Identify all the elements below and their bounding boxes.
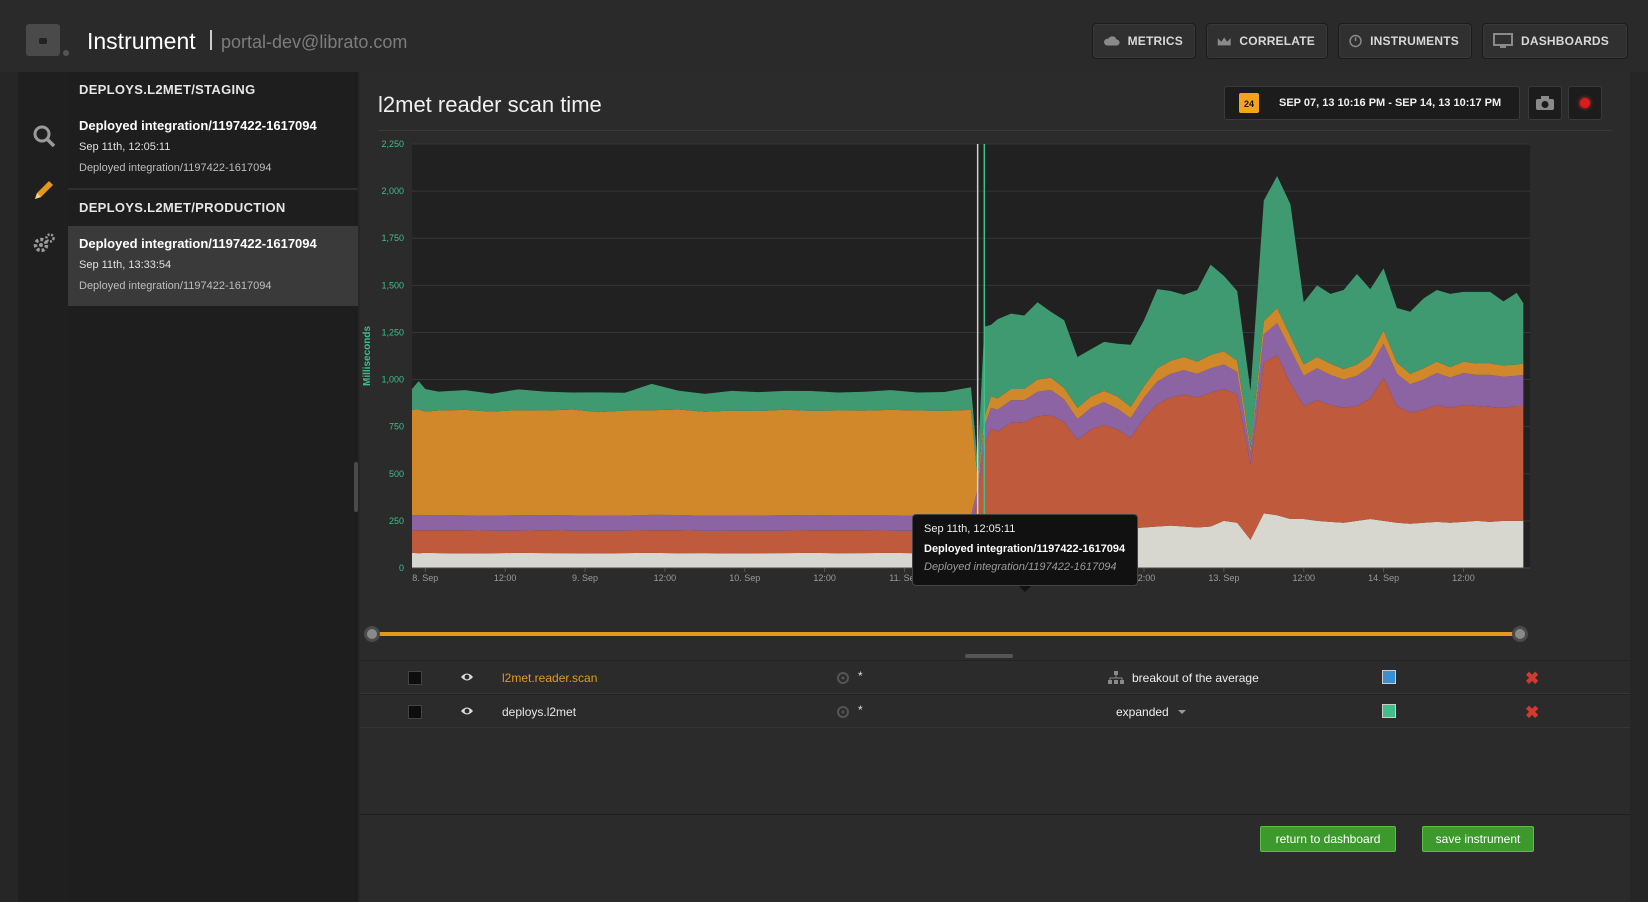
x-tick-label: 12:00 <box>654 573 677 583</box>
tooltip-title: Deployed integration/1197422-1617094 <box>924 543 1126 555</box>
event-item-production[interactable]: Deployed integration/1197422-1617094 Sep… <box>68 226 358 306</box>
nav-correlate-button[interactable]: CORRELATE <box>1206 23 1328 59</box>
instrument-main: l2met reader scan time 24 SEP 07, 13 10:… <box>360 72 1630 902</box>
gears-icon[interactable] <box>32 232 56 256</box>
tool-rail <box>18 72 68 902</box>
x-tick-label: 13. Sep <box>1208 573 1239 583</box>
target-icon[interactable] <box>835 670 851 686</box>
streams-table: l2met.reader.scan * breakout of the aver… <box>360 660 1630 728</box>
stream-summary-label: breakout of the average <box>1132 671 1259 685</box>
monitor-icon <box>1493 33 1513 48</box>
x-tick-label: 10. Sep <box>729 573 760 583</box>
slider-start-handle[interactable] <box>364 626 380 642</box>
divider <box>378 130 1612 131</box>
delete-stream-icon[interactable]: ✖ <box>1525 669 1539 689</box>
nav-dashboards-button[interactable]: DASHBOARDS <box>1482 23 1628 59</box>
y-tick-label: 2,250 <box>381 139 404 149</box>
event-description: Deployed integration/1197422-1617094 <box>79 162 272 174</box>
record-icon <box>1580 98 1590 108</box>
stream-summary-label: expanded <box>1116 705 1169 719</box>
nav-metrics-button[interactable]: METRICS <box>1092 23 1196 59</box>
tooltip-description: Deployed integration/1197422-1617094 <box>924 561 1117 573</box>
stream-row: deploys.l2met * expanded ✖ <box>360 694 1630 728</box>
x-tick-label: 12:00 <box>1452 573 1475 583</box>
time-range-slider[interactable] <box>372 632 1520 636</box>
y-tick-label: 1,500 <box>381 280 404 290</box>
stream-color-swatch[interactable] <box>1382 704 1396 718</box>
logo-dot <box>63 50 69 56</box>
chevron-down-icon <box>1177 710 1186 714</box>
event-title: Deployed integration/1197422-1617094 <box>79 118 317 133</box>
event-time: Sep 11th, 12:05:11 <box>79 141 171 153</box>
divider <box>360 814 1630 815</box>
y-axis-label: Milliseconds <box>362 326 373 386</box>
stream-checkbox[interactable] <box>408 671 422 685</box>
stream-source[interactable]: * <box>858 703 863 717</box>
live-record-button[interactable] <box>1568 86 1602 120</box>
user-email: portal-dev@librato.com <box>221 32 408 52</box>
return-to-dashboard-button[interactable]: return to dashboard <box>1260 826 1396 852</box>
y-tick-label: 0 <box>399 563 404 573</box>
crown-chart-icon <box>1217 37 1231 46</box>
save-instrument-button[interactable]: save instrument <box>1422 826 1534 852</box>
annotation-tooltip: Sep 11th, 12:05:11 Deployed integration/… <box>912 514 1138 592</box>
librato-logo[interactable] <box>26 24 60 56</box>
pencil-icon[interactable] <box>32 178 56 202</box>
event-item-staging[interactable]: Deployed integration/1197422-1617094 Sep… <box>68 108 358 188</box>
app-header: Instrument portal-dev@librato.com METRIC… <box>0 0 1648 72</box>
nav-instruments-label: INSTRUMENTS <box>1370 34 1459 48</box>
annotation-events-panel: DEPLOYS.L2MET/STAGING Deployed integrati… <box>68 72 358 902</box>
stream-summary-dropdown[interactable]: expanded <box>1116 705 1187 719</box>
y-tick-label: 750 <box>389 422 404 432</box>
nav-correlate-label: CORRELATE <box>1239 34 1315 48</box>
x-tick-label: 12:00 <box>1292 573 1315 583</box>
nav-instruments-button[interactable]: INSTRUMENTS <box>1338 23 1472 59</box>
stream-summary[interactable]: breakout of the average <box>1108 671 1259 685</box>
title-separator <box>210 30 212 50</box>
slider-end-handle[interactable] <box>1512 626 1528 642</box>
x-tick-label: 9. Sep <box>572 573 598 583</box>
x-tick-label: 12:00 <box>494 573 517 583</box>
camera-icon <box>1536 96 1554 110</box>
x-tick-label: 14. Sep <box>1368 573 1399 583</box>
nav-dashboards-label: DASHBOARDS <box>1521 34 1610 48</box>
search-icon[interactable] <box>32 124 56 148</box>
snapshot-button[interactable] <box>1528 86 1562 120</box>
date-range-label: SEP 07, 13 10:16 PM - SEP 14, 13 10:17 P… <box>1279 97 1502 109</box>
eye-icon[interactable] <box>460 671 474 683</box>
delete-stream-icon[interactable]: ✖ <box>1525 703 1539 723</box>
stream-color-swatch[interactable] <box>1382 670 1396 684</box>
event-description: Deployed integration/1197422-1617094 <box>79 280 272 292</box>
event-time: Sep 11th, 13:33:54 <box>79 259 172 271</box>
gauge-icon <box>1349 34 1362 48</box>
y-tick-label: 2,000 <box>381 186 404 196</box>
x-tick-label: 8. Sep <box>412 573 438 583</box>
target-icon[interactable] <box>835 704 851 720</box>
x-tick-label: 12:00 <box>813 573 836 583</box>
resize-grip[interactable] <box>965 654 1013 658</box>
stream-source[interactable]: * <box>858 669 863 683</box>
calendar-icon: 24 <box>1239 93 1259 113</box>
panel-resize-handle[interactable] <box>354 462 358 512</box>
y-tick-label: 500 <box>389 469 404 479</box>
y-tick-label: 1,750 <box>381 233 404 243</box>
y-tick-label: 1,000 <box>381 375 404 385</box>
stream-checkbox[interactable] <box>408 705 422 719</box>
eye-icon[interactable] <box>460 705 474 717</box>
event-group-staging: DEPLOYS.L2MET/STAGING <box>79 82 256 97</box>
event-group-production: DEPLOYS.L2MET/PRODUCTION <box>79 200 286 215</box>
y-tick-label: 1,250 <box>381 327 404 337</box>
stream-name[interactable]: deploys.l2met <box>502 705 576 719</box>
nav-metrics-label: METRICS <box>1127 34 1183 48</box>
page-title: Instrument <box>87 28 196 54</box>
cloud-icon <box>1104 36 1120 46</box>
date-range-picker[interactable]: 24 SEP 07, 13 10:16 PM - SEP 14, 13 10:1… <box>1224 86 1520 120</box>
hierarchy-icon <box>1108 671 1124 684</box>
tooltip-time: Sep 11th, 12:05:11 <box>924 523 1016 535</box>
y-tick-label: 250 <box>389 516 404 526</box>
event-title: Deployed integration/1197422-1617094 <box>79 236 317 251</box>
instrument-title[interactable]: l2met reader scan time <box>378 92 602 118</box>
stream-name[interactable]: l2met.reader.scan <box>502 671 597 685</box>
stream-row: l2met.reader.scan * breakout of the aver… <box>360 660 1630 694</box>
